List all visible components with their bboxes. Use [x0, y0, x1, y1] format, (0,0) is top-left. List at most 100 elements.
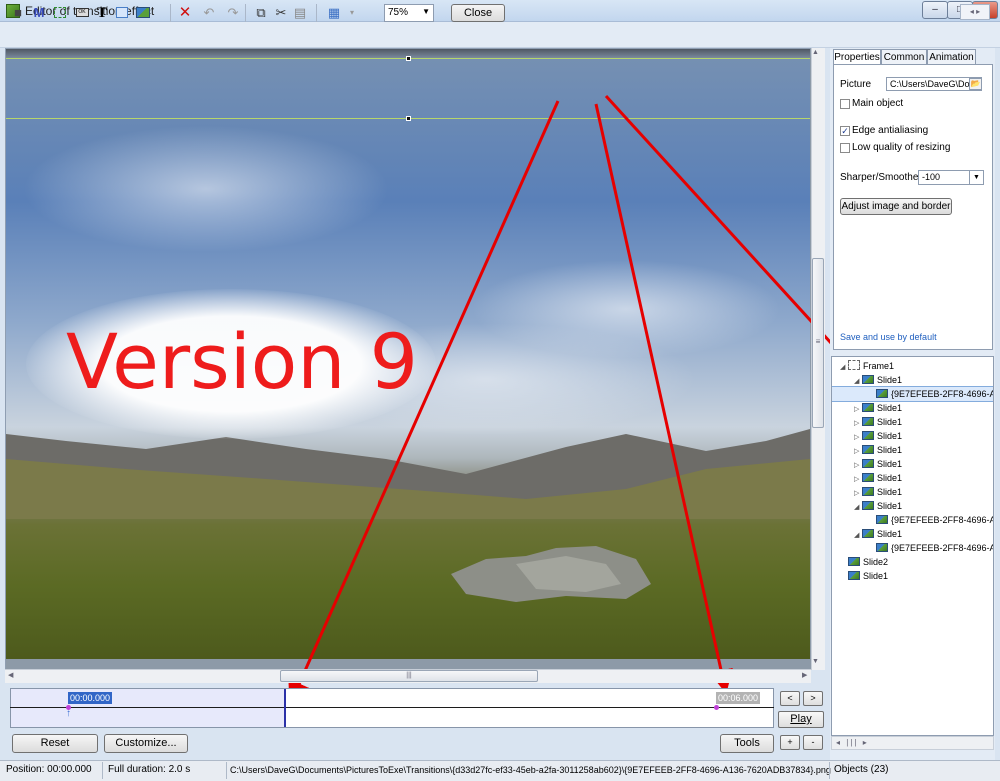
remove-keyframe-button[interactable]: -: [803, 735, 823, 750]
tree-horizontal-scrollbar[interactable]: ◂ ||| ▸: [831, 736, 994, 750]
picture-path-field[interactable]: C:\Users\DaveG\Do: [886, 77, 982, 91]
image-icon: [862, 459, 874, 468]
playhead-icon[interactable]: ↑: [66, 709, 71, 719]
image-icon: [862, 417, 874, 426]
next-keyframe-button[interactable]: >: [803, 691, 823, 706]
image-icon: [862, 501, 874, 510]
play-button[interactable]: Play: [778, 711, 824, 728]
edge-antialiasing-checkbox[interactable]: ✓: [840, 126, 850, 136]
tree-item[interactable]: Slide1: [832, 569, 993, 583]
tree-item[interactable]: ▷ Slide1: [832, 401, 993, 415]
image-icon: [848, 557, 860, 566]
tab-properties[interactable]: Properties: [833, 49, 881, 65]
image-icon: [876, 543, 888, 552]
horizontal-scroll-thumb[interactable]: |||: [280, 670, 538, 682]
tree-item-label: Slide1: [877, 417, 903, 427]
tree-item[interactable]: ▷ Slide1: [832, 471, 993, 485]
tree-item-label: Frame1: [863, 361, 895, 371]
image-icon: [862, 487, 874, 496]
frame-icon: [848, 360, 860, 370]
timeline-selection: [11, 689, 285, 727]
tree-item-label: Slide1: [877, 431, 903, 441]
sharper-smoother-label: Sharper/Smoother: [840, 172, 922, 183]
status-separator: [829, 762, 830, 779]
customize-button[interactable]: Customize...: [104, 734, 188, 753]
status-separator: [102, 762, 103, 779]
tree-item[interactable]: ◢ Slide1: [832, 373, 993, 387]
status-separator: [226, 762, 227, 779]
tree-item-label: Slide1: [877, 445, 903, 455]
tree-item-label: {9E7EFEEB-2FF8-4696-A136: [891, 543, 993, 553]
timeline-start-time: 00:00.000: [68, 692, 113, 704]
tree-item-label: Slide1: [877, 375, 903, 385]
tools-button[interactable]: Tools: [720, 734, 774, 753]
tree-item[interactable]: ▷ Slide1: [832, 429, 993, 443]
collapse-arrow-icon[interactable]: ◢: [854, 375, 862, 389]
tree-item[interactable]: {9E7EFEEB-2FF8-4696-A136: [832, 541, 993, 555]
tree-item[interactable]: ▷ Slide1: [832, 457, 993, 471]
prev-keyframe-button[interactable]: <: [780, 691, 800, 706]
tree-item[interactable]: ◢ Slide1: [832, 499, 993, 513]
tree-item-label: Slide1: [877, 487, 903, 497]
tree-item[interactable]: {9E7EFEEB-2FF8-4696-A136: [832, 513, 993, 527]
tree-item[interactable]: ◢ Slide1: [832, 527, 993, 541]
tree-item-label: {9E7EFEEB-2FF8-4696-A136: [891, 515, 993, 525]
status-objects: Objects (23): [834, 764, 889, 775]
object-tree[interactable]: ◢Frame1◢Slide1{9E7EFEEB-2FF8-4696-A136▷S…: [831, 356, 994, 736]
picture-label: Picture: [840, 79, 872, 90]
arrow-to-timeline-cursor: [288, 100, 560, 706]
timeline-track-line: [10, 707, 774, 708]
tree-item-label: Slide1: [877, 529, 903, 539]
low-quality-checkbox[interactable]: [840, 143, 850, 153]
image-icon: [862, 431, 874, 440]
sharper-smoother-select[interactable]: -100 ▼: [918, 170, 984, 185]
image-icon: [862, 473, 874, 482]
tree-item-label: Slide1: [877, 473, 903, 483]
tree-item-label: Slide1: [863, 571, 889, 581]
keyframe-marker[interactable]: [714, 705, 719, 710]
image-icon: [876, 389, 888, 398]
tree-item[interactable]: ◢ Frame1: [832, 359, 993, 373]
tree-item-label: Slide1: [877, 459, 903, 469]
scroll-left-icon[interactable]: ◀: [8, 671, 13, 679]
image-icon: [848, 571, 860, 580]
tree-item-label: Slide2: [863, 557, 889, 567]
scroll-up-icon[interactable]: ▲: [812, 49, 819, 56]
image-icon: [862, 403, 874, 412]
arrow-to-end-time: [594, 103, 733, 694]
save-default-link[interactable]: Save and use by default: [840, 332, 937, 342]
collapse-arrow-icon[interactable]: ◢: [854, 501, 862, 515]
tree-item[interactable]: ▷ Slide1: [832, 485, 993, 499]
tab-common[interactable]: Common: [881, 49, 927, 65]
tree-item-label: Slide1: [877, 403, 903, 413]
status-position: Position: 00:00.000: [6, 764, 92, 775]
tree-item[interactable]: ▷ Slide1: [832, 415, 993, 429]
adjust-image-border-button[interactable]: Adjust image and border: [840, 198, 952, 215]
collapse-arrow-icon[interactable]: ◢: [854, 529, 862, 543]
sharper-value: -100: [922, 172, 941, 182]
add-keyframe-button[interactable]: +: [780, 735, 800, 750]
timeline-end-time: 00:06.000: [716, 692, 761, 704]
tree-item[interactable]: {9E7EFEEB-2FF8-4696-A136: [832, 386, 993, 402]
tree-item[interactable]: ▷ Slide1: [832, 443, 993, 457]
tree-list: ◢Frame1◢Slide1{9E7EFEEB-2FF8-4696-A136▷S…: [832, 357, 993, 583]
tree-item-label: Slide1: [877, 501, 903, 511]
image-icon: [862, 529, 874, 538]
collapse-arrow-icon[interactable]: ◢: [840, 361, 848, 375]
main-object-checkbox[interactable]: [840, 99, 850, 109]
edge-antialiasing-label: Edge antialiasing: [852, 125, 929, 136]
tree-item[interactable]: Slide2: [832, 555, 993, 569]
image-icon: [876, 515, 888, 524]
folder-icon[interactable]: 📂: [969, 78, 982, 90]
vertical-scroll-thumb[interactable]: ≡: [812, 258, 824, 428]
scroll-right-icon[interactable]: ▶: [802, 671, 807, 679]
status-path: C:\Users\DaveG\Documents\PicturesToExe\T…: [230, 765, 831, 775]
timeline-cursor[interactable]: [284, 689, 286, 727]
scroll-grip-icon: ≡: [815, 337, 821, 346]
tab-animation[interactable]: Animation: [927, 49, 976, 65]
tree-item-label: {9E7EFEEB-2FF8-4696-A136: [891, 389, 993, 399]
image-icon: [862, 375, 874, 384]
low-quality-label: Low quality of resizing: [852, 142, 951, 153]
reset-button[interactable]: Reset: [12, 734, 98, 753]
scroll-down-icon[interactable]: ▼: [812, 658, 819, 665]
